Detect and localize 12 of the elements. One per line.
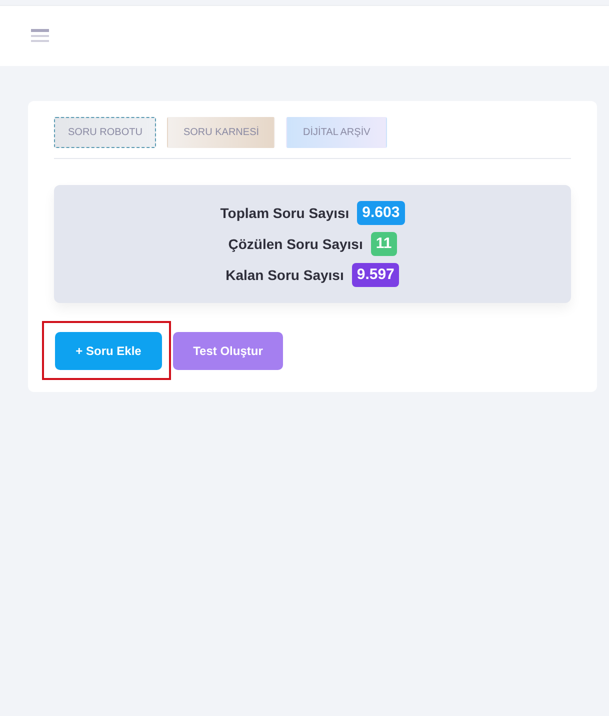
tab[interactable]: SORU KARNESİ (167, 117, 276, 148)
tab[interactable]: SORU ROBOTU (54, 117, 156, 148)
stat-label: Toplam Soru Sayısı (220, 205, 350, 221)
menu-icon[interactable] (31, 28, 49, 44)
stat-value: 11 (370, 232, 397, 256)
stat-label: Kalan Soru Sayısı (226, 267, 344, 283)
add-question-button[interactable]: + Soru Ekle (55, 332, 162, 370)
stat-value: 9.597 (352, 263, 400, 287)
create-test-button[interactable]: Test Oluştur (173, 332, 283, 370)
stat-value: 9.603 (357, 201, 405, 225)
stat-label: Çözülen Soru Sayısı (228, 236, 363, 252)
tab[interactable]: DİJİTAL ARŞİV (286, 117, 388, 148)
